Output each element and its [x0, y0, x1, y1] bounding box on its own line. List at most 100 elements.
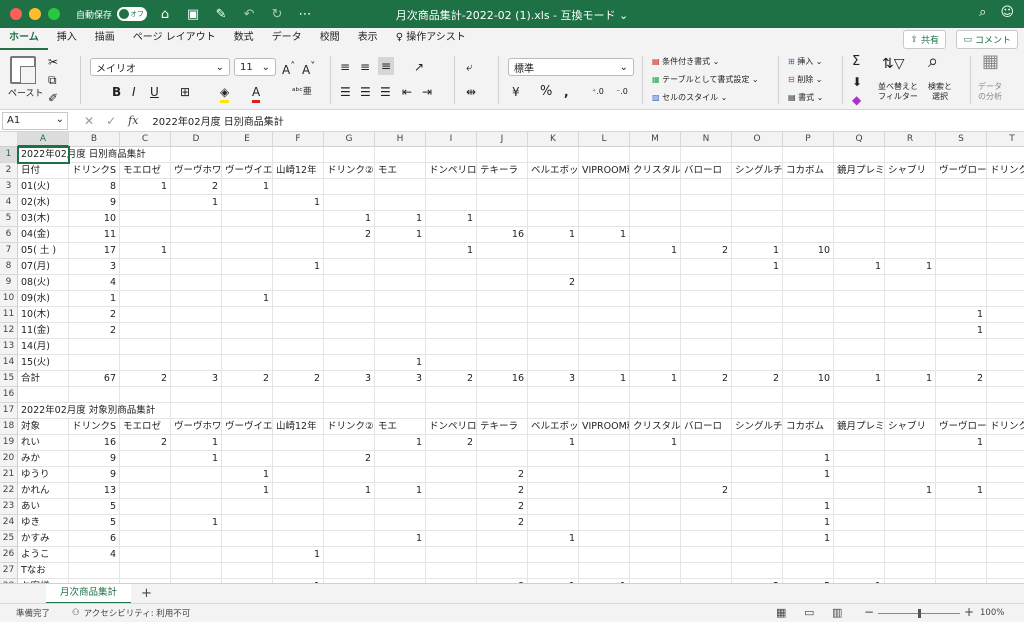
cell[interactable] [732, 547, 783, 563]
clear-icon[interactable]: ◆ [852, 92, 861, 108]
cell[interactable] [324, 435, 375, 451]
cell[interactable] [477, 259, 528, 275]
cell[interactable]: シャブリ [885, 163, 936, 179]
cell[interactable]: 1 [528, 435, 579, 451]
cell[interactable] [732, 307, 783, 323]
cell[interactable] [120, 307, 171, 323]
cell[interactable]: 1 [375, 227, 426, 243]
cell[interactable] [732, 179, 783, 195]
cell[interactable] [732, 451, 783, 467]
font-name-select[interactable]: メイリオ ⌄ [90, 58, 230, 76]
redo-icon[interactable]: ↻ [269, 7, 285, 22]
row-header[interactable]: 3 [0, 179, 18, 195]
cell[interactable] [375, 339, 426, 355]
cell[interactable] [681, 195, 732, 211]
cell[interactable]: 2 [120, 435, 171, 451]
table-format-button[interactable]: ▦ テーブルとして書式設定 ⌄ [652, 74, 759, 85]
column-header[interactable]: Q [834, 132, 885, 147]
cell[interactable]: 08(火) [18, 275, 69, 291]
cell[interactable] [579, 467, 630, 483]
cell[interactable] [222, 195, 273, 211]
cell[interactable] [681, 451, 732, 467]
cell[interactable] [528, 515, 579, 531]
cell[interactable] [987, 563, 1024, 579]
cell[interactable] [681, 515, 732, 531]
cell[interactable] [171, 339, 222, 355]
edit-icon[interactable]: ✎ [213, 7, 229, 22]
cell[interactable]: 1 [375, 531, 426, 547]
cell[interactable]: 11(金) [18, 323, 69, 339]
cell[interactable]: 3 [528, 371, 579, 387]
cell[interactable] [375, 291, 426, 307]
cell[interactable]: シングルチャ [732, 163, 783, 179]
cell[interactable] [732, 387, 783, 403]
cell[interactable] [579, 499, 630, 515]
cell[interactable]: 1 [783, 451, 834, 467]
cell[interactable] [732, 355, 783, 371]
row-header[interactable]: 24 [0, 515, 18, 531]
cell[interactable] [681, 355, 732, 371]
cell[interactable] [222, 355, 273, 371]
cell[interactable]: 1 [120, 243, 171, 259]
column-header[interactable]: I [426, 132, 477, 147]
cell[interactable] [273, 307, 324, 323]
cell[interactable] [783, 563, 834, 579]
cell[interactable] [120, 291, 171, 307]
cell[interactable]: 対象 [18, 419, 69, 435]
cell[interactable] [630, 515, 681, 531]
cell[interactable] [324, 563, 375, 579]
cell[interactable]: 鏡月プレミア [834, 419, 885, 435]
cell[interactable] [528, 323, 579, 339]
cell[interactable] [477, 435, 528, 451]
cell[interactable]: 1 [528, 227, 579, 243]
account-icon[interactable]: ☺ [1000, 5, 1014, 20]
cell[interactable] [681, 179, 732, 195]
cell[interactable]: 1 [273, 547, 324, 563]
cell[interactable]: ドリンク② [324, 419, 375, 435]
bold-icon[interactable]: B [112, 84, 121, 100]
cell[interactable] [885, 451, 936, 467]
cell[interactable] [171, 307, 222, 323]
cell[interactable] [120, 275, 171, 291]
cell[interactable]: 02(水) [18, 195, 69, 211]
row-header[interactable]: 1 [0, 147, 18, 163]
cell[interactable] [375, 387, 426, 403]
cell[interactable]: 2 [477, 515, 528, 531]
cell[interactable] [885, 403, 936, 419]
cell[interactable] [375, 275, 426, 291]
cell[interactable]: 1 [732, 259, 783, 275]
cell[interactable] [579, 563, 630, 579]
cell[interactable]: 2 [936, 371, 987, 387]
cell[interactable] [324, 547, 375, 563]
page-break-view-icon[interactable]: ▥ [832, 606, 842, 619]
cell[interactable] [528, 387, 579, 403]
cell[interactable] [630, 291, 681, 307]
cell[interactable]: ヴーヴホワイ [171, 163, 222, 179]
cell[interactable]: 1 [936, 483, 987, 499]
cell[interactable]: モエ [375, 419, 426, 435]
cell[interactable] [987, 339, 1024, 355]
cell[interactable] [987, 499, 1024, 515]
cell[interactable] [579, 451, 630, 467]
cell[interactable] [987, 355, 1024, 371]
cell[interactable] [426, 403, 477, 419]
align-left-icon[interactable]: ☰ [340, 84, 351, 100]
cell-style-button[interactable]: ▨ セルのスタイル ⌄ [652, 92, 727, 103]
cell[interactable] [273, 515, 324, 531]
cell[interactable] [120, 339, 171, 355]
cell[interactable] [681, 499, 732, 515]
save-icon[interactable]: ▣ [185, 7, 201, 22]
cell[interactable] [477, 339, 528, 355]
zoom-out-button[interactable]: − [864, 605, 874, 619]
cell[interactable] [171, 211, 222, 227]
cell[interactable]: 2 [324, 451, 375, 467]
cell[interactable] [732, 195, 783, 211]
cell[interactable]: 山崎12年 [273, 419, 324, 435]
cell[interactable] [834, 467, 885, 483]
cond-format-button[interactable]: ▤ 条件付き書式 ⌄ [652, 56, 719, 67]
column-header[interactable]: C [120, 132, 171, 147]
cell[interactable] [783, 227, 834, 243]
cell[interactable] [273, 451, 324, 467]
cell[interactable] [783, 339, 834, 355]
function-icon[interactable]: fx [128, 114, 138, 127]
